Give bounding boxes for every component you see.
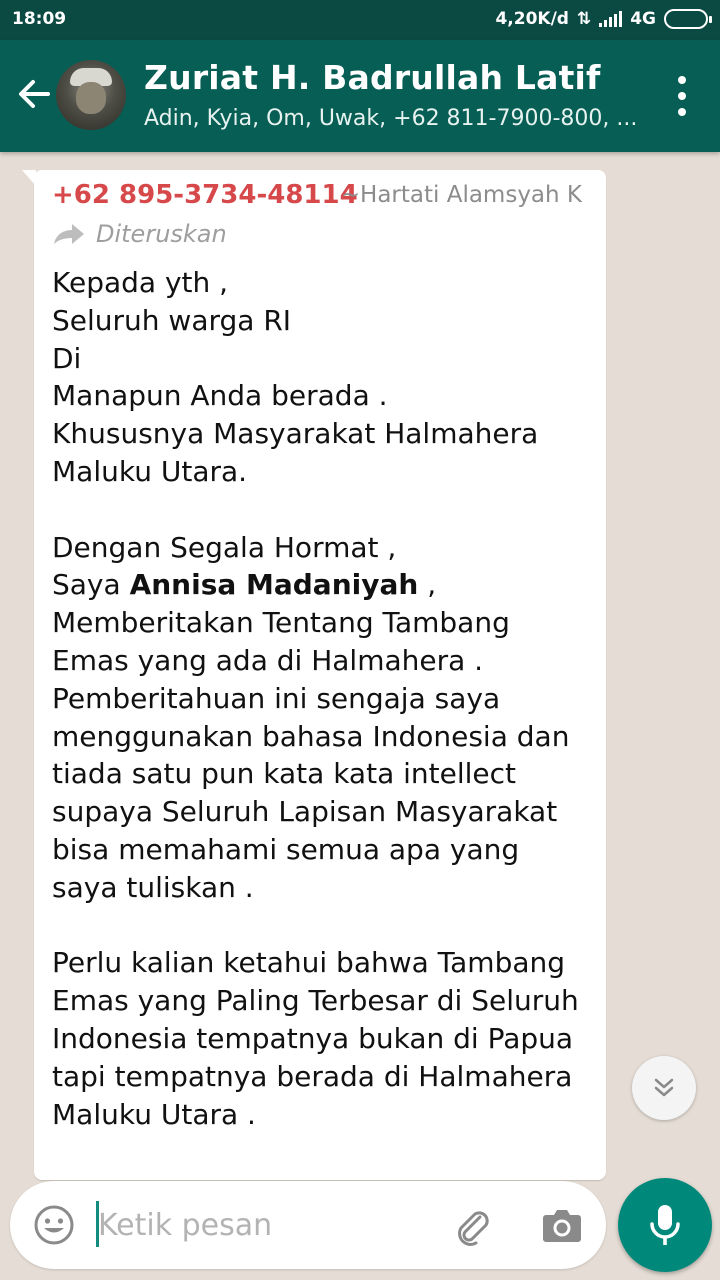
sender-name: ~Hartati Alamsyah K	[340, 182, 582, 208]
message-line: tapi tempatnya berada di Halmahera	[52, 1059, 573, 1093]
emoji-button[interactable]	[32, 1203, 76, 1247]
message-line: Manapun Anda berada .	[52, 379, 388, 413]
message-bubble[interactable]: +62 895-3734-48114 ~Hartati Alamsyah K D…	[22, 170, 606, 1180]
message-line: Saya Annisa Madaniyah ,	[52, 566, 592, 604]
chat-area[interactable]: +62 895-3734-48114 ~Hartati Alamsyah K D…	[0, 152, 720, 1280]
forwarded-label: Diteruskan	[52, 220, 227, 248]
forwarded-text: Diteruskan	[96, 220, 227, 248]
message-line: tiada satu pun kata kata intellect	[52, 757, 517, 791]
camera-icon	[543, 1210, 581, 1242]
more-vertical-icon[interactable]	[676, 76, 688, 116]
message-line: Khususnya Masyarakat Halmahera	[52, 417, 539, 451]
status-time: 18:09	[12, 9, 67, 29]
message-line: menggunakan bahasa Indonesia dan	[52, 719, 570, 753]
voice-record-button[interactable]	[618, 1178, 712, 1272]
microphone-icon	[650, 1205, 680, 1245]
chat-subtitle[interactable]: Adin, Kyia, Om, Uwak, +62 811-7900-800, …	[144, 106, 644, 131]
message-line: Seluruh warga RI	[52, 303, 292, 337]
emoji-icon	[34, 1205, 74, 1245]
network-speed: 4,20K/d	[495, 9, 569, 29]
back-button[interactable]	[14, 74, 54, 114]
message-line: Maluku Utara.	[52, 454, 248, 488]
message-line: Pemberitahuan ini sengaja saya	[52, 681, 501, 715]
paperclip-icon	[458, 1211, 489, 1246]
author-name: Annisa Madaniyah	[129, 568, 419, 602]
message-line: Dengan Segala Hormat ,	[52, 530, 397, 564]
message-line-part: Saya	[52, 568, 130, 602]
sender-number[interactable]: +62 895-3734-48114	[52, 180, 358, 210]
message-line: Indonesia tempatnya bukan di Papua	[52, 1021, 574, 1055]
avatar[interactable]	[56, 60, 126, 130]
message-composer	[10, 1181, 606, 1269]
chat-header: Zuriat H. Badrullah Latif Adin, Kyia, Om…	[0, 40, 720, 152]
message-line: supaya Seluruh Lapisan Masyarakat	[52, 795, 558, 829]
message-line: Kepada yth ,	[52, 266, 229, 299]
battery-icon	[664, 9, 712, 29]
status-indicators: 4,20K/d ⇅ 4G	[495, 9, 712, 29]
message-line: Di	[52, 341, 82, 375]
message-input[interactable]	[98, 1199, 428, 1251]
forward-arrow-icon	[54, 224, 84, 244]
scroll-down-button[interactable]	[632, 1056, 696, 1120]
network-type: 4G	[630, 9, 656, 29]
message-line: Perlu kalian ketahui bahwa Tambang	[52, 946, 566, 980]
message-text: Kepada yth , Seluruh warga RI Di Manapun…	[52, 264, 592, 1133]
data-transfer-icon: ⇅	[576, 9, 592, 29]
signal-icon	[599, 11, 623, 27]
arrow-left-icon	[19, 80, 50, 108]
message-line: bisa memahami semua apa yang	[52, 832, 520, 866]
chevron-double-down-icon	[654, 1078, 674, 1097]
attach-button[interactable]	[450, 1203, 494, 1247]
message-line: Maluku Utara .	[52, 1097, 256, 1131]
chat-title[interactable]: Zuriat H. Badrullah Latif	[144, 58, 601, 97]
message-line: Emas yang ada di Halmahera .	[52, 643, 484, 677]
camera-button[interactable]	[540, 1203, 584, 1247]
message-line: Memberitakan Tentang Tambang	[52, 606, 510, 640]
message-line-part: ,	[418, 568, 437, 602]
message-line: Emas yang Paling Terbesar di Seluruh	[52, 984, 579, 1018]
message-line: saya tuliskan .	[52, 870, 254, 904]
status-bar: 18:09 4,20K/d ⇅ 4G	[0, 0, 720, 40]
